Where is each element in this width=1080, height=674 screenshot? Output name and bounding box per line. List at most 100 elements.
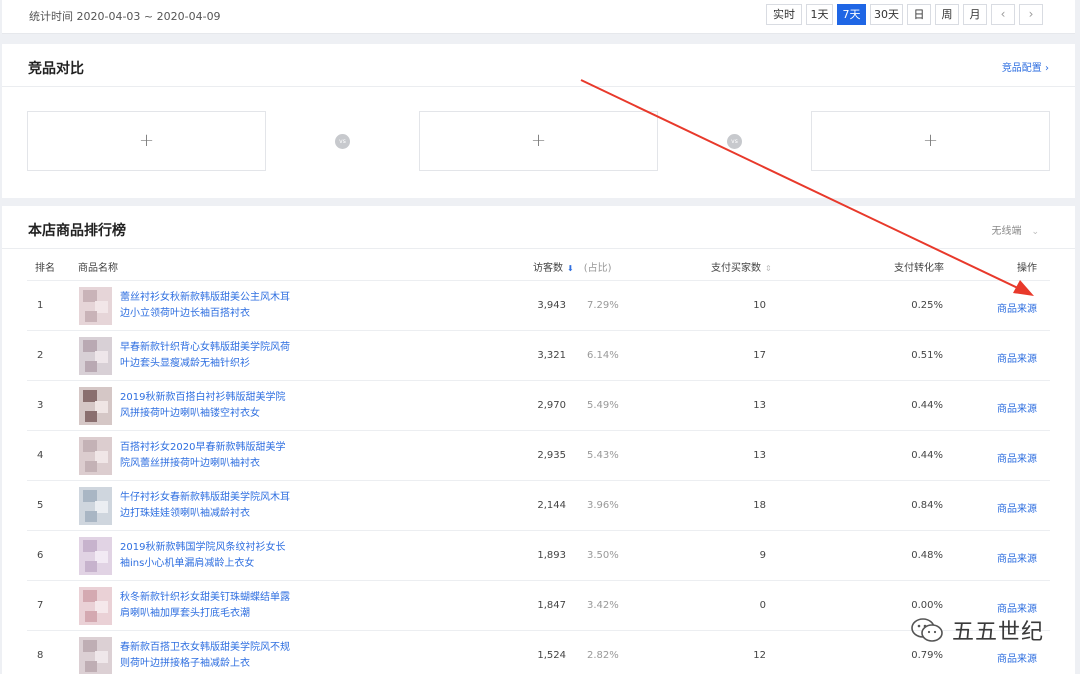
rank-cell: 6	[37, 550, 44, 561]
table-row: 5 牛仔衬衫女春新款韩版甜美学院风木耳边打珠娃娃领喇叭袖减龄衬衣 2,144 3.96…	[27, 480, 1050, 530]
table-row: 8 春新款百搭卫衣女韩版甜美学院风不规则荷叶边拼接格子袖减龄上衣 1,524 2.82…	[27, 630, 1050, 674]
product-name-link[interactable]: 春新款百搭卫衣女韩版甜美学院风不规则荷叶边拼接格子袖减龄上衣	[120, 640, 295, 672]
product-name-link[interactable]: 蕾丝衬衫女秋新款韩版甜美公主风木耳边小立领荷叶边长袖百搭衬衣	[120, 290, 295, 322]
rank-cell: 7	[37, 600, 44, 611]
product-source-link[interactable]: 商品来源	[997, 550, 1037, 565]
share-cell: 6.14%	[587, 350, 619, 361]
product-source-link[interactable]: 商品来源	[997, 300, 1037, 315]
range-7day-button[interactable]: 7天	[837, 4, 866, 25]
visitors-header-label: 访客数	[533, 263, 563, 274]
rank-cell: 1	[37, 300, 44, 311]
competitor-compare-panel: 竞品对比 竞品配置 › + vs + vs +	[2, 44, 1075, 198]
vs-icon: vs	[727, 134, 742, 149]
chevron-down-icon: ⌄	[1031, 227, 1039, 237]
product-source-link[interactable]: 商品来源	[997, 400, 1037, 415]
product-name-link[interactable]: 牛仔衬衫女春新款韩版甜美学院风木耳边打珠娃娃领喇叭袖减龄衬衣	[120, 490, 295, 522]
rank-cell: 5	[37, 500, 44, 511]
visitors-cell: 1,893	[537, 550, 566, 561]
product-thumbnail[interactable]	[79, 337, 112, 375]
table-row: 6 2019秋新款韩国学院风条纹衬衫女长袖ins小心机单漏肩减龄上衣女 1,893 3…	[27, 530, 1050, 580]
visitors-cell: 3,321	[537, 350, 566, 361]
share-cell: 3.50%	[587, 550, 619, 561]
rank-cell: 4	[37, 450, 44, 461]
table-row: 3 2019秋新款百搭白衬衫韩版甜美学院风拼接荷叶边喇叭袖镂空衬衣女 2,970 5.…	[27, 380, 1050, 430]
product-thumbnail[interactable]	[79, 537, 112, 575]
conversion-cell: 0.00%	[911, 600, 943, 611]
compare-slot-3-add-button[interactable]: +	[811, 111, 1050, 171]
product-name-link[interactable]: 早春新款针织背心女韩版甜美学院风荷叶边套头显瘦减龄无袖针织衫	[120, 340, 295, 372]
column-header-name: 商品名称	[78, 263, 118, 274]
product-source-link[interactable]: 商品来源	[997, 650, 1037, 665]
compare-slot-2-add-button[interactable]: +	[419, 111, 658, 171]
watermark-text: 五五世纪	[951, 620, 1044, 645]
range-1day-button[interactable]: 1天	[806, 4, 833, 25]
product-thumbnail[interactable]	[79, 287, 112, 325]
share-header-label: (占比)	[583, 263, 612, 274]
conversion-cell: 0.51%	[911, 350, 943, 361]
product-name-link[interactable]: 秋冬新款针织衫女甜美钉珠蝴蝶结单露肩喇叭袖加厚套头打底毛衣潮	[120, 590, 295, 622]
rank-cell: 3	[37, 400, 44, 411]
date-range-bar: 统计时间 2020-04-03 ~ 2020-04-09 实时 1天 7天 30…	[2, 0, 1075, 34]
product-thumbnail[interactable]	[79, 587, 112, 625]
product-thumbnail[interactable]	[79, 387, 112, 425]
visitors-cell: 3,943	[537, 300, 566, 311]
buyers-cell: 10	[753, 300, 766, 311]
buyers-cell: 17	[753, 350, 766, 361]
range-week-button[interactable]: 周	[935, 4, 959, 25]
visitors-cell: 2,935	[537, 450, 566, 461]
watermark: 五五世纪	[910, 614, 1044, 646]
compare-slot-1-add-button[interactable]: +	[27, 111, 266, 171]
prev-period-button[interactable]: ‹	[991, 4, 1015, 25]
share-cell: 5.49%	[587, 400, 619, 411]
sort-icon: ⇕	[765, 264, 772, 273]
competitor-config-link[interactable]: 竞品配置 ›	[1002, 59, 1049, 74]
product-name-link[interactable]: 2019秋新款百搭白衬衫韩版甜美学院风拼接荷叶边喇叭袖镂空衬衣女	[120, 390, 295, 422]
visitors-cell: 1,847	[537, 600, 566, 611]
product-source-link[interactable]: 商品来源	[997, 600, 1037, 615]
product-source-link[interactable]: 商品来源	[997, 500, 1037, 515]
conversion-cell: 0.44%	[911, 450, 943, 461]
wechat-icon	[911, 618, 943, 642]
buyers-cell: 13	[753, 450, 766, 461]
terminal-select-value: 无线端	[991, 226, 1022, 237]
terminal-select[interactable]: 无线端 ⌄	[991, 222, 1039, 237]
range-realtime-button[interactable]: 实时	[766, 4, 802, 25]
buyers-cell: 0	[759, 600, 766, 611]
product-name-link[interactable]: 2019秋新款韩国学院风条纹衬衫女长袖ins小心机单漏肩减龄上衣女	[120, 540, 295, 572]
table-row: 1 蕾丝衬衫女秋新款韩版甜美公主风木耳边小立领荷叶边长袖百搭衬衣 3,943 7.29…	[27, 280, 1050, 330]
product-thumbnail[interactable]	[79, 487, 112, 525]
column-header-visitors[interactable]: 访客数 ⬇ (占比)	[533, 259, 612, 274]
buyers-cell: 12	[753, 650, 766, 661]
product-source-link[interactable]: 商品来源	[997, 450, 1037, 465]
vs-icon: vs	[335, 134, 350, 149]
column-header-action: 操作	[1017, 263, 1037, 274]
rank-cell: 2	[37, 350, 44, 361]
share-cell: 5.43%	[587, 450, 619, 461]
range-selector: 实时 1天 7天 30天 日 周 月 ‹ ›	[766, 4, 1043, 25]
product-thumbnail[interactable]	[79, 637, 112, 674]
range-day-button[interactable]: 日	[907, 4, 931, 25]
column-header-buyers[interactable]: 支付买家数 ⇕	[711, 259, 772, 274]
table-row: 4 百搭衬衫女2020早春新款韩版甜美学院风蕾丝拼接荷叶边喇叭袖衬衣 2,935 5.…	[27, 430, 1050, 480]
next-period-button[interactable]: ›	[1019, 4, 1043, 25]
share-cell: 3.96%	[587, 500, 619, 511]
range-30day-button[interactable]: 30天	[870, 4, 903, 25]
product-source-link[interactable]: 商品来源	[997, 350, 1037, 365]
share-cell: 7.29%	[587, 300, 619, 311]
product-name-link[interactable]: 百搭衬衫女2020早春新款韩版甜美学院风蕾丝拼接荷叶边喇叭袖衬衣	[120, 440, 295, 472]
rank-cell: 8	[37, 650, 44, 661]
column-header-rank: 排名	[35, 263, 55, 274]
sort-desc-icon: ⬇	[567, 264, 574, 273]
buyers-cell: 13	[753, 400, 766, 411]
compare-title: 竞品对比	[28, 61, 84, 77]
ranking-title: 本店商品排行榜	[28, 223, 126, 239]
buyers-header-label: 支付买家数	[711, 263, 761, 274]
conversion-cell: 0.79%	[911, 650, 943, 661]
ranking-divider	[2, 248, 1075, 249]
visitors-cell: 2,970	[537, 400, 566, 411]
visitors-cell: 1,524	[537, 650, 566, 661]
product-thumbnail[interactable]	[79, 437, 112, 475]
buyers-cell: 9	[759, 550, 766, 561]
range-month-button[interactable]: 月	[963, 4, 987, 25]
share-cell: 3.42%	[587, 600, 619, 611]
